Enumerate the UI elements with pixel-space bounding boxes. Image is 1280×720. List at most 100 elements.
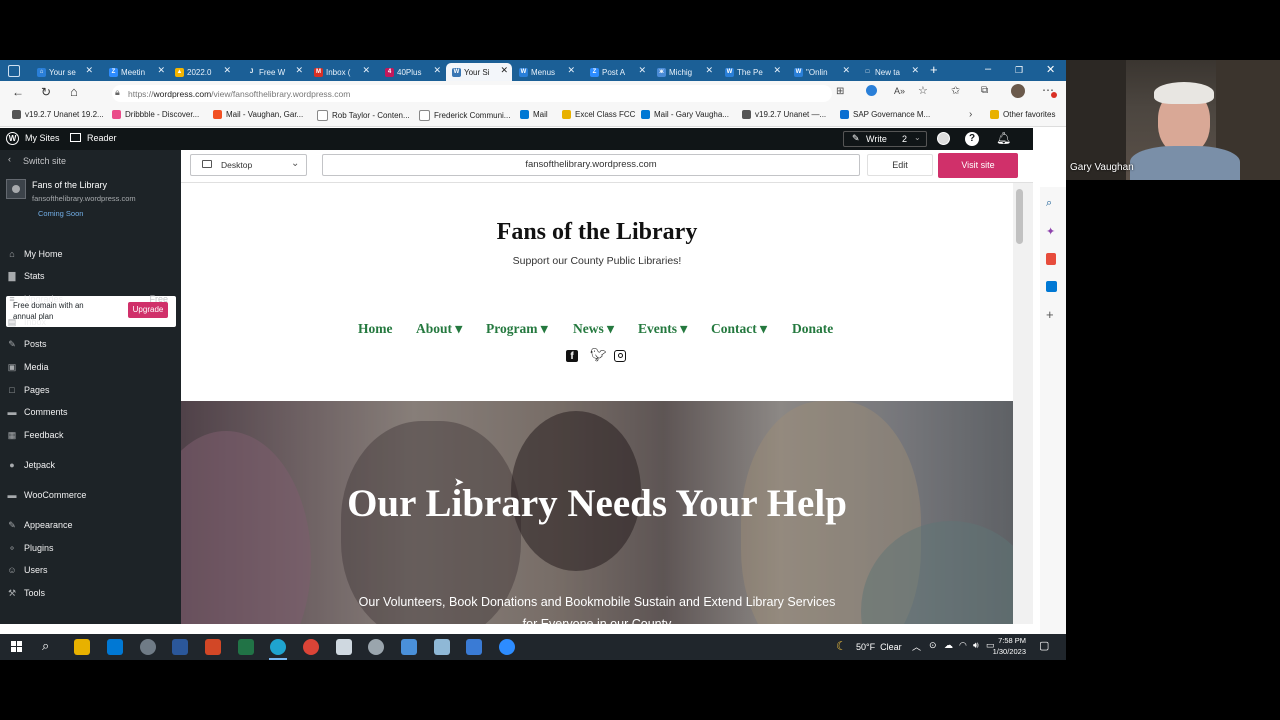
site-nav-item[interactable]: Program ▾	[486, 321, 548, 337]
device-select[interactable]: Desktop ⌄	[190, 154, 307, 176]
collections-icon[interactable]: ⧉	[981, 85, 988, 96]
new-tab-button[interactable]: +	[930, 62, 938, 77]
bookmark-item[interactable]: Frederick Communi...	[419, 110, 510, 121]
edge-icon[interactable]	[270, 639, 286, 655]
preview-scrollbar[interactable]	[1013, 183, 1033, 624]
sidebar-item-tools[interactable]: ⚒ Tools	[0, 583, 181, 603]
other-favorites[interactable]: Other favorites	[990, 110, 1055, 119]
clock-time[interactable]: 7:58 PM	[992, 636, 1026, 645]
bookmark-item[interactable]: Mail - Vaughan, Gar...	[213, 110, 303, 119]
instagram-icon[interactable]	[614, 350, 626, 362]
extension-icon[interactable]	[866, 85, 877, 96]
wordpress-logo-icon[interactable]: W	[6, 132, 19, 145]
browser-tab[interactable]: ⌂ Your se ✕	[31, 63, 97, 81]
sidebar-item-media[interactable]: ▣ Media	[0, 357, 181, 377]
visit-site-button[interactable]: Visit site	[938, 153, 1018, 178]
close-tab-icon[interactable]: ✕	[500, 65, 508, 76]
sidebar-item-pages[interactable]: □ Pages	[0, 380, 181, 400]
browser-tab[interactable]: J Free W ✕	[241, 63, 307, 81]
close-tab-icon[interactable]: ✕	[157, 65, 165, 76]
weather-text[interactable]: 50°F Clear	[856, 642, 902, 652]
close-tab-icon[interactable]: ✕	[433, 65, 441, 76]
calendar-icon[interactable]	[401, 639, 417, 655]
close-tab-icon[interactable]: ✕	[295, 65, 303, 76]
close-tab-icon[interactable]: ✕	[911, 65, 919, 76]
file-explorer-icon[interactable]	[74, 639, 90, 655]
facebook-icon[interactable]: f	[566, 350, 578, 362]
search-icon[interactable]: ⌕	[1046, 197, 1052, 210]
close-tab-icon[interactable]: ✕	[567, 65, 575, 76]
settings-icon[interactable]	[368, 639, 384, 655]
powerpoint-icon[interactable]	[205, 639, 221, 655]
browser-tab[interactable]: Z Post A ✕	[584, 63, 650, 81]
browser-tab[interactable]: ж Michig ✕	[651, 63, 717, 81]
zoom-icon[interactable]	[499, 639, 515, 655]
browser-tab[interactable]: Z Meetin ✕	[103, 63, 169, 81]
browser-tab[interactable]: ▲ 2022.0 ✕	[169, 63, 235, 81]
close-tab-icon[interactable]: ✕	[362, 65, 370, 76]
bookmark-item[interactable]: Rob Taylor - Conten...	[317, 110, 410, 121]
sidebar-item-plugins[interactable]: ⚬ Plugins	[0, 538, 181, 558]
close-tab-icon[interactable]: ✕	[705, 65, 713, 76]
add-icon[interactable]: +	[1046, 307, 1054, 322]
favorite-icon[interactable]: ☆	[918, 84, 928, 97]
site-nav-item[interactable]: Donate	[792, 321, 833, 337]
help-icon[interactable]: ?	[965, 132, 979, 146]
notifications-bell-icon[interactable]: 🔔︎	[996, 131, 1011, 145]
notepad-icon[interactable]	[336, 639, 352, 655]
user-avatar[interactable]	[937, 132, 950, 145]
site-name[interactable]: Fans of the Library	[32, 180, 107, 190]
outlook-icon[interactable]	[1046, 281, 1057, 292]
restore-icon[interactable]: ❐	[1015, 65, 1023, 76]
mail-icon[interactable]	[107, 639, 123, 655]
chrome-icon[interactable]	[303, 639, 319, 655]
tray-cloud-icon[interactable]: ☁	[944, 640, 953, 651]
photos-icon[interactable]	[466, 639, 482, 655]
office-icon[interactable]	[1046, 253, 1056, 265]
site-nav-item[interactable]: Contact ▾	[711, 321, 767, 337]
tab-actions-icon[interactable]	[8, 65, 20, 77]
bookmark-item[interactable]: Excel Class FCC	[562, 110, 635, 119]
browser-tab[interactable]: M Inbox (✕	[308, 63, 374, 81]
sidebar-item-stats[interactable]: ▇ Stats	[0, 266, 181, 286]
bookmark-item[interactable]: Dribbble - Discover...	[112, 110, 199, 119]
my-sites-link[interactable]: My Sites	[25, 133, 60, 143]
close-window-icon[interactable]: ✕	[1046, 63, 1055, 76]
site-nav-item[interactable]: Home	[358, 321, 393, 337]
close-tab-icon[interactable]: ✕	[223, 65, 231, 76]
word-icon[interactable]	[172, 639, 188, 655]
bookmarks-overflow-icon[interactable]: ›	[969, 109, 972, 120]
chevron-up-icon[interactable]: ︿	[912, 640, 921, 653]
minimize-icon[interactable]: –	[985, 63, 991, 75]
sidebar-item-comments[interactable]: ▬ Comments	[0, 402, 181, 422]
read-aloud-icon[interactable]: A»	[894, 86, 905, 96]
search-icon[interactable]: ⌕	[42, 638, 49, 654]
reader-link[interactable]: Reader	[87, 133, 117, 143]
browser-tab[interactable]: □ New ta ✕	[857, 63, 923, 81]
bookmark-item[interactable]: v19.2.7 Unanet —...	[742, 110, 826, 119]
apps-icon[interactable]: ⊞	[836, 86, 844, 97]
profile-avatar[interactable]	[1011, 84, 1025, 98]
bookmark-item[interactable]: Mail	[520, 110, 548, 119]
twitter-icon[interactable]: 🐦︎	[590, 347, 607, 363]
sidebar-item-posts[interactable]: ✎ Posts	[0, 334, 181, 354]
home-icon[interactable]: ⌂	[70, 84, 78, 99]
bookmark-item[interactable]: Mail - Gary Vaugha...	[641, 110, 729, 119]
switch-site-link[interactable]: Switch site	[23, 156, 66, 166]
wifi-icon[interactable]: ◠	[959, 640, 967, 651]
close-tab-icon[interactable]: ✕	[773, 65, 781, 76]
site-nav-item[interactable]: Events ▾	[638, 321, 687, 337]
favorites-icon[interactable]: ✩	[951, 84, 960, 97]
bookmark-item[interactable]: v19.2.7 Unanet 19.2...	[12, 110, 104, 119]
sidebar-item-woocommerce[interactable]: ▬ WooCommerce	[0, 485, 181, 505]
back-icon[interactable]: ←	[12, 85, 24, 99]
sidebar-item-users[interactable]: ☺ Users	[0, 560, 181, 580]
refresh-icon[interactable]: ↻	[41, 85, 51, 99]
browser-tab[interactable]: W Menus ✕	[513, 63, 579, 81]
close-tab-icon[interactable]: ✕	[638, 65, 646, 76]
browser-tab[interactable]: W "Onlin ✕	[788, 63, 854, 81]
url-input[interactable]: 🔒︎ https://wordpress.com/view/fansofthel…	[112, 85, 832, 102]
browser-tab[interactable]: 4 40Plus ✕	[379, 63, 445, 81]
windows-start-icon[interactable]	[11, 641, 22, 652]
app-icon[interactable]	[140, 639, 156, 655]
